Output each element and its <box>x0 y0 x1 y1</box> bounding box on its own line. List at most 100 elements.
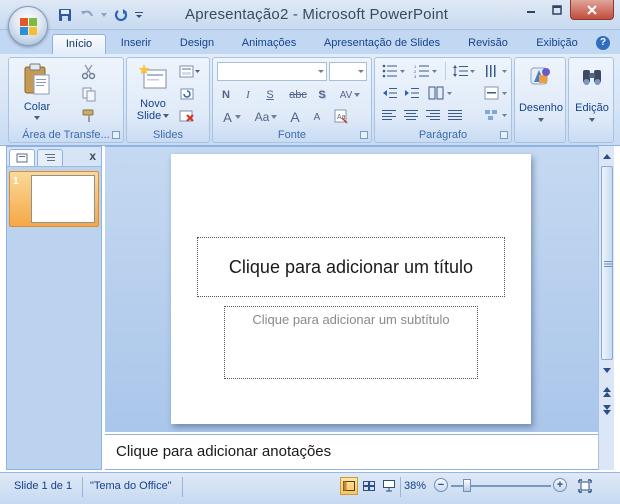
bold-button[interactable]: N <box>217 86 235 104</box>
font-color-button[interactable]: A <box>217 108 247 126</box>
close-button[interactable] <box>570 0 614 20</box>
font-launcher-icon[interactable] <box>360 131 368 139</box>
shapes-icon <box>530 67 550 85</box>
notes-placeholder: Clique para adicionar anotações <box>116 443 332 460</box>
increase-indent-button[interactable] <box>401 84 421 102</box>
tab-animacoes[interactable]: Animações <box>236 34 302 54</box>
previous-slide-icon[interactable] <box>600 384 614 400</box>
status-separator <box>400 477 401 497</box>
zoom-in-icon[interactable]: + <box>553 478 567 492</box>
line-spacing-button[interactable] <box>449 62 477 80</box>
font-name-combo[interactable] <box>217 62 327 81</box>
notes-pane[interactable]: Clique para adicionar anotações <box>105 434 598 470</box>
new-slide-label-1: Novo <box>140 98 166 110</box>
tab-inicio[interactable]: Início <box>52 34 106 54</box>
tab-apresentacao-de-slides[interactable]: Apresentação de Slides <box>318 34 446 54</box>
underline-button[interactable]: S <box>261 86 279 104</box>
slide-thumbnail-number: 1 <box>13 176 19 187</box>
theme-name[interactable]: "Tema do Office" <box>90 480 172 492</box>
outline-tab[interactable] <box>37 149 63 166</box>
slide-thumbnail-row[interactable]: 1 <box>9 171 99 227</box>
editing-button[interactable]: Edição <box>570 64 614 130</box>
zoom-level[interactable]: 38% <box>404 480 426 492</box>
fit-to-window-button[interactable] <box>576 477 594 495</box>
fit-to-window-icon <box>578 479 592 493</box>
next-slide-icon[interactable] <box>600 402 614 418</box>
align-center-button[interactable] <box>401 106 421 124</box>
decrease-indent-button[interactable] <box>379 84 399 102</box>
tab-exibicao[interactable]: Exibição <box>530 34 584 54</box>
tab-revisao[interactable]: Revisão <box>462 34 514 54</box>
office-button[interactable] <box>8 6 48 46</box>
paste-button[interactable]: Colar <box>13 62 61 128</box>
text-direction-icon <box>486 65 507 77</box>
new-slide-icon <box>138 64 167 89</box>
numbering-button[interactable]: 123 <box>411 62 441 80</box>
decrease-indent-icon <box>383 88 397 98</box>
columns-button[interactable] <box>425 84 455 102</box>
font-size-combo[interactable] <box>329 62 367 81</box>
bullets-icon <box>382 64 405 78</box>
justify-button[interactable] <box>445 106 465 124</box>
slides-tab-icon <box>16 153 28 163</box>
shrink-font-button[interactable]: A <box>307 108 327 126</box>
tab-design[interactable]: Design <box>172 34 222 54</box>
copy-icon[interactable] <box>81 86 97 102</box>
text-shadow-button[interactable]: S <box>313 86 331 104</box>
save-icon[interactable] <box>56 6 74 24</box>
vertical-scrollbar[interactable] <box>598 146 614 470</box>
new-slide-button[interactable]: Novo Slide <box>131 62 175 128</box>
scroll-thumb[interactable] <box>601 166 613 360</box>
slideshow-icon <box>383 480 395 492</box>
minimize-button[interactable] <box>518 0 544 20</box>
align-text-button[interactable] <box>481 84 509 102</box>
zoom-slider-thumb[interactable] <box>462 479 471 492</box>
paragraph-launcher-icon[interactable] <box>500 131 508 139</box>
bullets-button[interactable] <box>379 62 407 80</box>
clipboard-launcher-icon[interactable] <box>112 131 120 139</box>
zoom-out-icon[interactable]: − <box>434 478 448 492</box>
slides-tab[interactable] <box>9 149 35 166</box>
paste-dropdown-icon <box>34 116 40 120</box>
normal-view-button[interactable] <box>340 477 358 495</box>
slide[interactable]: Clique para adicionar um título Clique p… <box>171 154 531 424</box>
subtitle-placeholder[interactable]: Clique para adicionar um subtítulo <box>224 306 478 379</box>
slides-pane-close-icon[interactable]: x <box>89 149 96 163</box>
ribbon: Colar Área de Transfe... Novo Slide Slid… <box>0 54 620 146</box>
redo-icon[interactable] <box>112 6 130 24</box>
strikethrough-button[interactable]: abc <box>285 86 311 104</box>
delete-slide-icon[interactable] <box>179 108 195 124</box>
undo-icon[interactable] <box>78 6 96 24</box>
line-spacing-icon <box>453 65 475 77</box>
slide-sorter-view-button[interactable] <box>360 477 378 495</box>
help-icon[interactable]: ? <box>596 36 610 50</box>
svg-text:3: 3 <box>414 74 417 78</box>
tab-inserir[interactable]: Inserir <box>112 34 160 54</box>
slide-thumbnail[interactable] <box>31 175 95 223</box>
scroll-down-icon[interactable] <box>600 362 614 378</box>
normal-view-icon <box>343 481 355 491</box>
title-placeholder[interactable]: Clique para adicionar um título <box>197 237 505 297</box>
layout-icon[interactable] <box>179 64 201 80</box>
cut-icon[interactable] <box>81 64 97 80</box>
italic-button[interactable]: I <box>239 86 257 104</box>
slide-sorter-icon <box>363 481 375 491</box>
smartart-button[interactable] <box>481 106 509 124</box>
character-spacing-button[interactable]: AV <box>335 86 365 104</box>
drawing-button[interactable]: Desenho <box>517 64 565 130</box>
paste-label: Colar <box>23 101 51 113</box>
format-painter-icon[interactable] <box>81 108 97 124</box>
customize-qat-icon[interactable] <box>134 6 144 24</box>
slideshow-view-button[interactable] <box>380 477 398 495</box>
grow-font-button[interactable]: A <box>285 108 305 126</box>
scroll-up-icon[interactable] <box>600 148 614 164</box>
change-case-button[interactable]: Aa <box>251 108 281 126</box>
align-left-button[interactable] <box>379 106 399 124</box>
clear-formatting-icon[interactable]: Aa <box>333 108 349 124</box>
reset-slide-icon[interactable] <box>179 86 195 102</box>
maximize-button[interactable] <box>544 0 570 20</box>
align-right-button[interactable] <box>423 106 443 124</box>
undo-dropdown-icon[interactable] <box>100 6 108 24</box>
character-spacing-label: AV <box>339 89 353 101</box>
text-direction-button[interactable] <box>481 62 509 80</box>
